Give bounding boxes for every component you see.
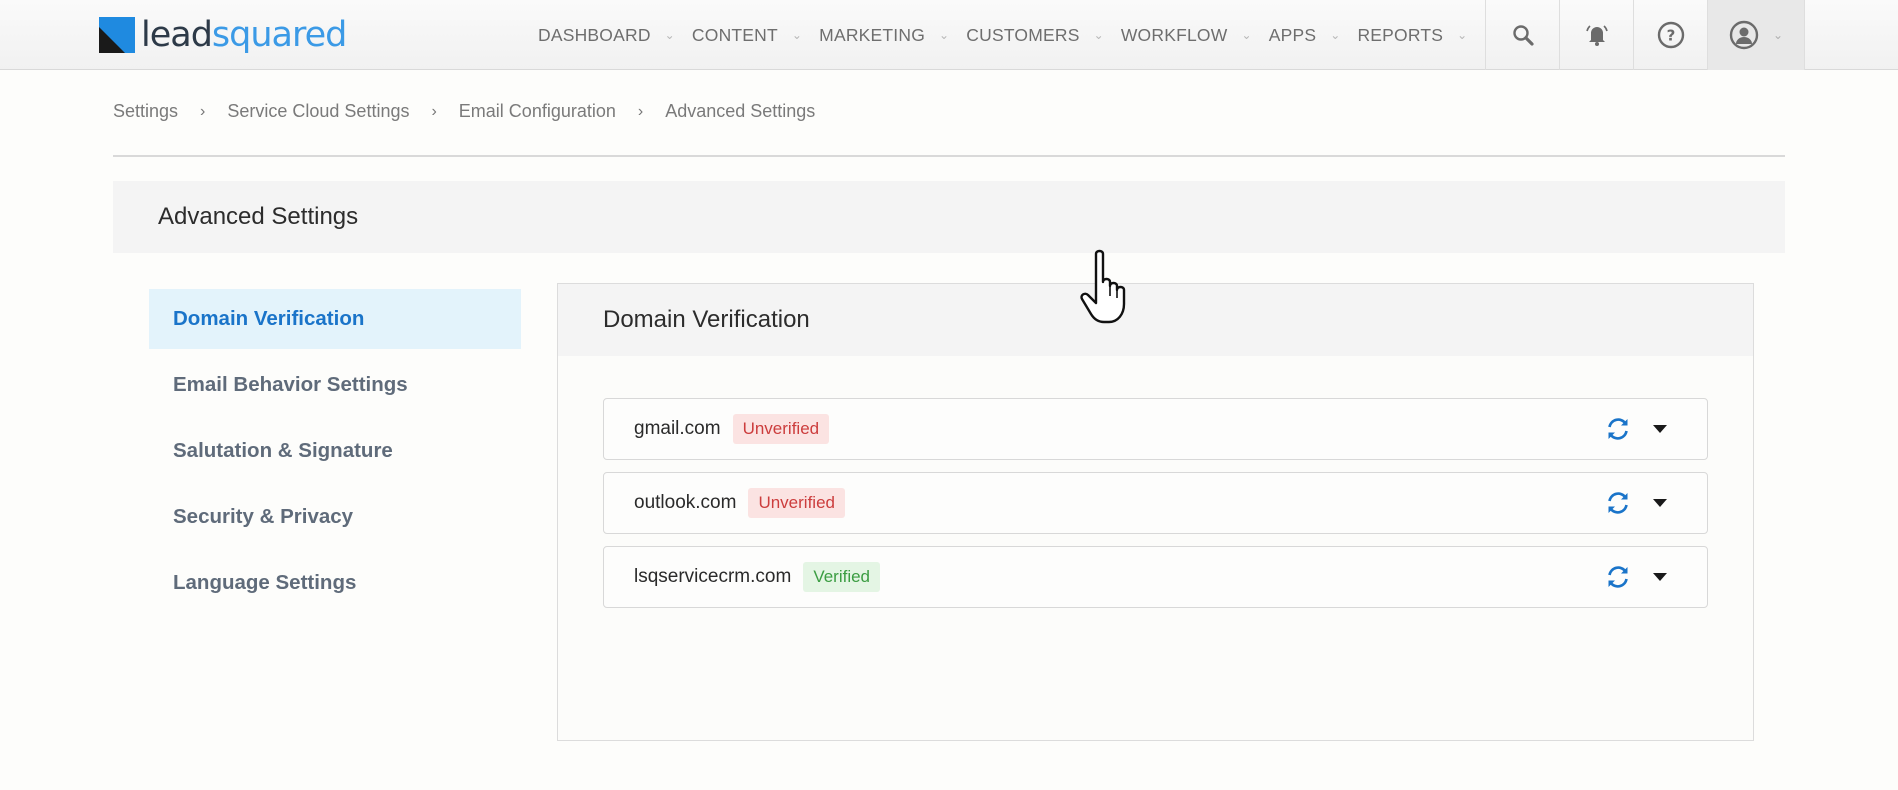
sidebar-item-language-settings[interactable]: Language Settings [149, 553, 521, 613]
leadsquared-logo[interactable]: leadsquared [99, 14, 347, 56]
chevron-down-icon: ⌄ [664, 28, 675, 42]
domain-name: outlook.com [634, 492, 737, 513]
nav-reports[interactable]: REPORTS ⌄ [1357, 25, 1467, 46]
domain-verification-panel: Domain Verification gmail.com Unverified… [557, 283, 1754, 741]
expand-caret-icon[interactable] [1653, 573, 1667, 581]
refresh-icon[interactable] [1605, 490, 1631, 516]
sidebar-item-domain-verification[interactable]: Domain Verification [149, 289, 521, 349]
domain-row[interactable]: lsqservicecrm.com Verified [603, 546, 1708, 608]
nav-workflow[interactable]: WORKFLOW ⌄ [1121, 25, 1252, 46]
breadcrumb-divider [113, 155, 1785, 157]
search-icon[interactable] [1485, 0, 1559, 70]
breadcrumb-settings[interactable]: Settings [113, 101, 178, 122]
breadcrumb-service-cloud-settings[interactable]: Service Cloud Settings [227, 101, 409, 122]
sidebar-item-security-privacy[interactable]: Security & Privacy [149, 487, 521, 547]
breadcrumb-advanced-settings: Advanced Settings [665, 101, 816, 121]
settings-sidebar: Domain Verification Email Behavior Setti… [149, 289, 521, 619]
chevron-down-icon: ⌄ [1330, 28, 1341, 42]
breadcrumb-email-configuration[interactable]: Email Configuration [459, 101, 616, 122]
nav-dashboard[interactable]: DASHBOARD ⌄ [538, 25, 675, 46]
logo-mark [99, 17, 135, 53]
expand-caret-icon[interactable] [1653, 499, 1667, 507]
page-title: Advanced Settings [113, 181, 1785, 253]
logo-text: leadsquared [141, 14, 347, 55]
refresh-icon[interactable] [1605, 416, 1631, 442]
panel-title: Domain Verification [558, 284, 1753, 356]
nav-marketing[interactable]: MARKETING ⌄ [819, 25, 949, 46]
nav-content[interactable]: CONTENT ⌄ [692, 25, 802, 46]
chevron-right-icon: › [200, 102, 206, 120]
chevron-right-icon: › [431, 102, 437, 120]
domain-row[interactable]: outlook.com Unverified [603, 472, 1708, 534]
sidebar-item-email-behavior-settings[interactable]: Email Behavior Settings [149, 355, 521, 415]
notification-bell-icon[interactable] [1559, 0, 1633, 70]
main-nav: DASHBOARD ⌄ CONTENT ⌄ MARKETING ⌄ CUSTOMERS… [538, 0, 1484, 70]
chevron-down-icon: ⌄ [939, 28, 950, 42]
status-badge: Unverified [732, 414, 830, 444]
domain-name: lsqservicecrm.com [634, 566, 792, 587]
help-icon[interactable]: ? [1633, 0, 1707, 70]
chevron-down-icon: ⌄ [1772, 28, 1784, 42]
domain-row[interactable]: gmail.com Unverified [603, 398, 1708, 460]
nav-apps[interactable]: APPS ⌄ [1269, 25, 1341, 46]
chevron-down-icon: ⌄ [1457, 28, 1468, 42]
svg-text:?: ? [1666, 27, 1675, 45]
chevron-down-icon: ⌄ [1241, 28, 1252, 42]
chevron-down-icon: ⌄ [1093, 28, 1104, 42]
chevron-down-icon: ⌄ [791, 28, 803, 42]
top-navigation-bar: leadsquared DASHBOARD ⌄ CONTENT ⌄ MARKETIN… [0, 0, 1898, 70]
domain-name: gmail.com [634, 418, 721, 439]
user-avatar-icon[interactable]: ⌄ [1707, 0, 1805, 70]
chevron-right-icon: › [637, 102, 644, 120]
hand-pointer-cursor-icon [1080, 249, 1126, 324]
breadcrumb: Settings › Service Cloud Settings › Emai… [113, 101, 815, 122]
header-icon-group: ? ⌄ [1485, 0, 1805, 70]
nav-customers[interactable]: CUSTOMERS ⌄ [966, 25, 1104, 46]
refresh-icon[interactable] [1605, 564, 1631, 590]
sidebar-item-salutation-signature[interactable]: Salutation & Signature [149, 421, 521, 481]
status-badge: Unverified [748, 488, 845, 518]
expand-caret-icon[interactable] [1653, 425, 1667, 433]
status-badge: Verified [803, 562, 881, 592]
